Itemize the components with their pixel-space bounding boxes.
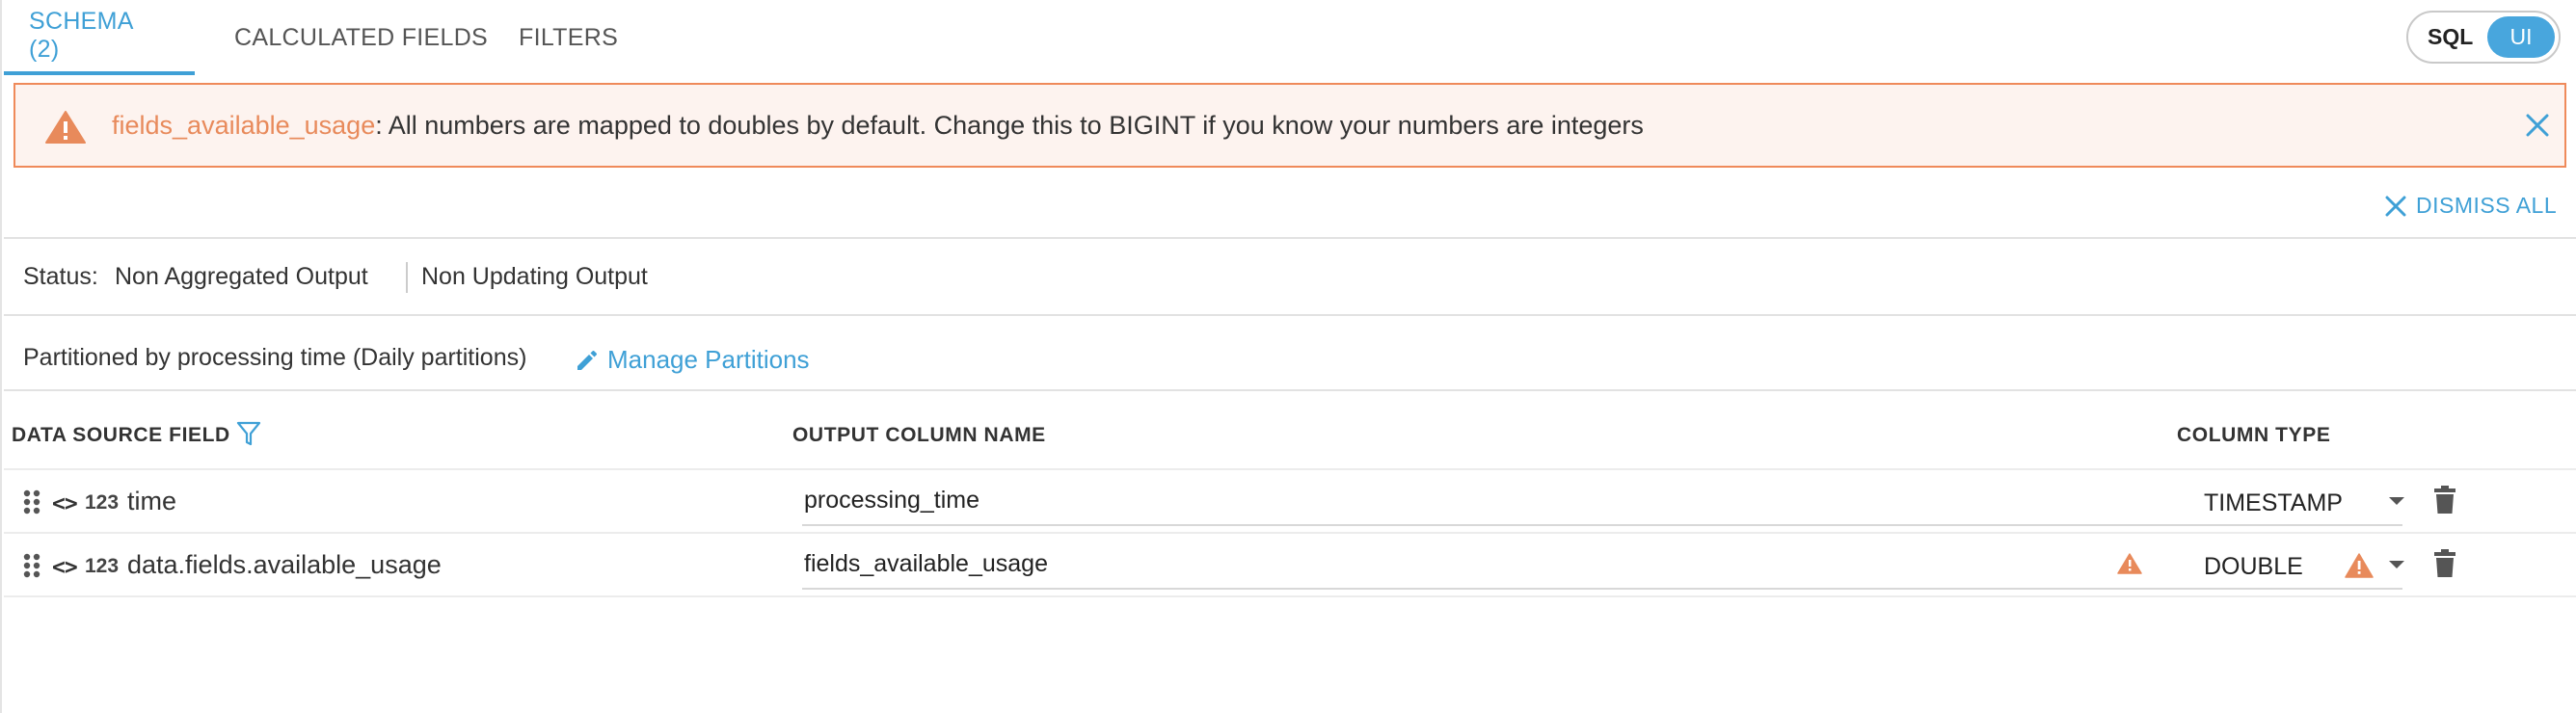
- source-field-name: data.fields.available_usage: [127, 550, 442, 579]
- manage-partitions-link[interactable]: Manage Partitions: [575, 345, 810, 375]
- code-icon: <>: [52, 491, 78, 516]
- warning-icon: [2345, 553, 2374, 583]
- manage-partitions-label: Manage Partitions: [607, 345, 810, 374]
- output-column-input[interactable]: [802, 476, 2190, 526]
- code-icon: <>: [52, 555, 78, 580]
- drag-handle-icon[interactable]: [23, 489, 40, 519]
- partition-description: Partitioned by processing time (Daily pa…: [23, 344, 527, 371]
- close-icon: [2385, 196, 2406, 216]
- status-bar: Status: Non Aggregated Output Non Updati…: [4, 237, 2576, 316]
- number-type-icon: 123: [85, 555, 120, 577]
- warning-icon: [44, 110, 87, 149]
- drag-handle-icon[interactable]: [23, 553, 40, 583]
- trash-icon[interactable]: [2433, 486, 2456, 519]
- partition-bar: Partitioned by processing time (Daily pa…: [4, 316, 2576, 391]
- column-type-value: TIMESTAMP: [2204, 489, 2343, 516]
- column-type-select[interactable]: DOUBLE: [2181, 540, 2404, 590]
- source-field-name: time: [127, 487, 177, 515]
- table-row: <> 123 time TIMESTAMP: [4, 470, 2576, 534]
- tab-schema[interactable]: SCHEMA (2): [4, 0, 195, 75]
- output-column-input[interactable]: [802, 540, 2190, 590]
- number-type-icon: 123: [85, 491, 120, 514]
- close-icon[interactable]: [2526, 114, 2549, 142]
- tab-calculated-fields[interactable]: CALCULATED FIELDS: [195, 0, 495, 75]
- column-header-source: DATA SOURCE FIELD: [12, 424, 230, 446]
- table-row: <> 123 data.fields.available_usage DOUBL…: [4, 534, 2576, 597]
- chevron-down-icon[interactable]: [2389, 561, 2404, 568]
- column-header-type: COLUMN TYPE: [2177, 424, 2331, 446]
- trash-icon[interactable]: [2433, 549, 2456, 583]
- tab-filters[interactable]: FILTERS: [495, 0, 618, 75]
- alert-message: fields_available_usage: All numbers are …: [112, 85, 1644, 166]
- status-label: Status:: [23, 263, 98, 290]
- dismiss-all-label: DISMISS ALL: [2416, 193, 2558, 218]
- column-header-output: OUTPUT COLUMN NAME: [792, 424, 1046, 446]
- warning-icon: [2117, 553, 2142, 579]
- alert-field-name: fields_available_usage: [112, 111, 376, 140]
- warning-alert: fields_available_usage: All numbers are …: [13, 83, 2566, 168]
- toggle-option-ui[interactable]: UI: [2487, 16, 2555, 58]
- chevron-down-icon[interactable]: [2389, 497, 2404, 505]
- sql-ui-toggle[interactable]: SQL UI: [2406, 11, 2561, 64]
- status-updating: Non Updating Output: [421, 263, 648, 290]
- pencil-icon: [577, 350, 597, 370]
- alert-text: : All numbers are mapped to doubles by d…: [375, 111, 1644, 140]
- column-type-value: DOUBLE: [2204, 553, 2303, 580]
- schema-panel: SCHEMA (2) CALCULATED FIELDS FILTERS SQL…: [0, 0, 2576, 713]
- column-type-select[interactable]: TIMESTAMP: [2181, 476, 2404, 526]
- status-aggregation: Non Aggregated Output: [115, 263, 368, 290]
- toggle-option-sql[interactable]: SQL: [2428, 13, 2473, 62]
- tab-bar: SCHEMA (2) CALCULATED FIELDS FILTERS: [4, 0, 618, 75]
- filter-icon[interactable]: [236, 420, 261, 452]
- status-divider: [406, 262, 408, 293]
- dismiss-all-button[interactable]: DISMISS ALL: [2385, 193, 2557, 219]
